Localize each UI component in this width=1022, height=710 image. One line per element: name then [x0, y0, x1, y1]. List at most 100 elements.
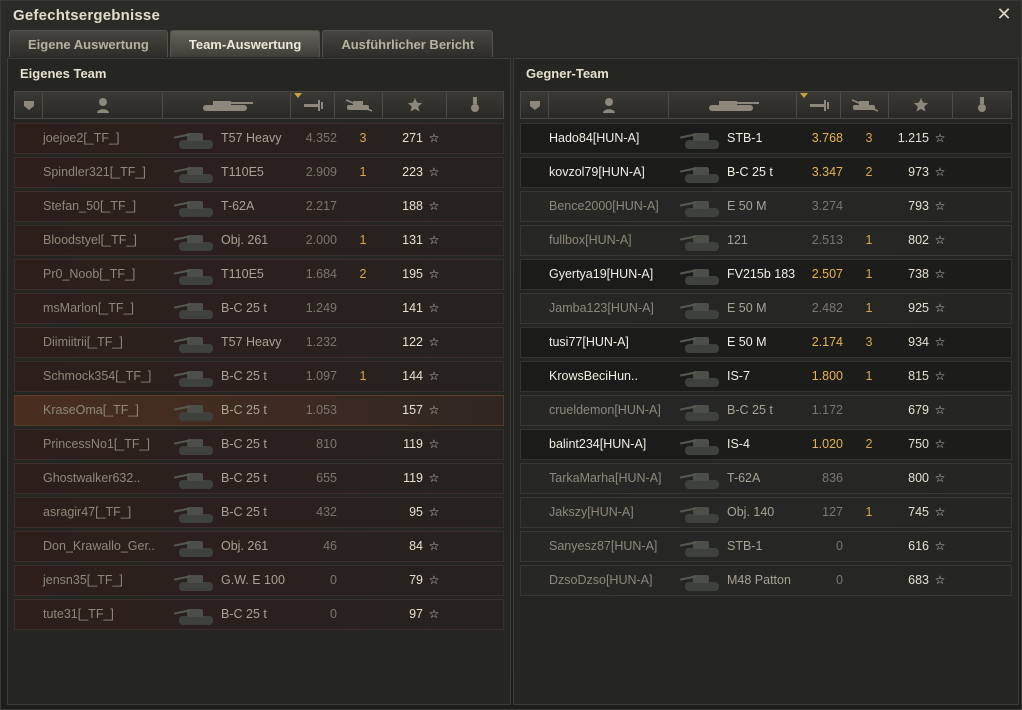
player-row[interactable]: KrowsBeciHun.. IS-7 1.800 1 815 ☆: [520, 361, 1012, 392]
star-icon: ☆: [428, 199, 440, 213]
player-row[interactable]: fullbox[HUN-A] 121 2.513 1 802 ☆: [520, 225, 1012, 256]
player-row[interactable]: PrincessNo1[_TF_] B-C 25 t 810 119 ☆: [14, 429, 504, 460]
player-row[interactable]: Sanyesz87[HUN-A] STB-1 0 616 ☆: [520, 531, 1012, 562]
player-row[interactable]: Stefan_50[_TF_] T-62A 2.217 188 ☆: [14, 191, 504, 222]
star-icon: ☆: [428, 437, 440, 451]
damage-value: 1.249: [305, 301, 337, 315]
kills-value: 2: [359, 267, 367, 281]
damage-value: 4.352: [305, 131, 337, 145]
player-row[interactable]: Diimiitrii[_TF_] T57 Heavy 1.232 122 ☆: [14, 327, 504, 358]
medal-column-header[interactable]: [447, 92, 503, 118]
player-icon: [96, 98, 109, 113]
star-icon: ☆: [428, 233, 440, 247]
player-row[interactable]: tusi77[HUN-A] E 50 M 2.174 3 934 ☆: [520, 327, 1012, 358]
xp-column-header[interactable]: [383, 92, 447, 118]
player-row[interactable]: Pr0_Noob[_TF_] T110E5 1.684 2 195 ☆: [14, 259, 504, 290]
xp-value: 97: [409, 607, 423, 621]
player-row[interactable]: Jamba123[HUN-A] E 50 M 2.482 1 925 ☆: [520, 293, 1012, 324]
xp-value: 745: [908, 505, 929, 519]
player-name: Bence2000[HUN-A]: [549, 199, 659, 213]
player-row[interactable]: Jakszy[HUN-A] Obj. 140 127 1 745 ☆: [520, 497, 1012, 528]
player-row[interactable]: Spindler321[_TF_] T110E5 2.909 1 223 ☆: [14, 157, 504, 188]
player-row[interactable]: msMarlon[_TF_] B-C 25 t 1.249 141 ☆: [14, 293, 504, 324]
kills-value: 1: [359, 369, 367, 383]
window-title: Gefechtsergebnisse: [13, 7, 160, 24]
player-row[interactable]: kovzol79[HUN-A] B-C 25 t 3.347 2 973 ☆: [520, 157, 1012, 188]
xp-column-header[interactable]: [889, 92, 953, 118]
tank-icon: [173, 226, 221, 255]
squad-column-header[interactable]: [521, 92, 549, 118]
player-row[interactable]: DzsoDzso[HUN-A] M48 Patton 0 683 ☆: [520, 565, 1012, 596]
damage-column-header[interactable]: [797, 92, 841, 118]
player-row[interactable]: asragir47[_TF_] B-C 25 t 432 95 ☆: [14, 497, 504, 528]
kills-value: [353, 498, 373, 527]
player-row[interactable]: Hado84[HUN-A] STB-1 3.768 3 1.215 ☆: [520, 123, 1012, 154]
tank-icon: [679, 124, 727, 153]
xp-value: 683: [908, 573, 929, 587]
damage-column-header[interactable]: [291, 92, 335, 118]
kills-value: [859, 464, 879, 493]
tab-ausfuehrlicher-bericht[interactable]: Ausführlicher Bericht: [322, 30, 494, 57]
kills-icon: [851, 99, 878, 112]
tab-team-auswertung[interactable]: Team-Auswertung: [169, 30, 321, 57]
close-icon[interactable]: ✕: [995, 5, 1013, 23]
xp-value: 119: [403, 471, 423, 485]
player-name: KrowsBeciHun..: [549, 369, 638, 383]
kills-column-header[interactable]: [841, 92, 889, 118]
tab-eigene-auswertung[interactable]: Eigene Auswertung: [9, 30, 168, 57]
player-row[interactable]: Bloodstyel[_TF_] Obj. 261 2.000 1 131 ☆: [14, 225, 504, 256]
player-row[interactable]: TarkaMarha[HUN-A] T-62A 836 800 ☆: [520, 463, 1012, 494]
player-name: DzsoDzso[HUN-A]: [549, 573, 653, 587]
tank-icon: [202, 101, 253, 111]
player-row[interactable]: Ghostwalker632.. B-C 25 t 655 119 ☆: [14, 463, 504, 494]
tank-icon: [679, 464, 727, 493]
tank-column-header[interactable]: [163, 92, 291, 118]
star-icon: ☆: [934, 233, 946, 247]
player-row[interactable]: Gyertya19[HUN-A] FV215b 183 2.507 1 738 ☆: [520, 259, 1012, 290]
medal-icon: [471, 97, 479, 112]
tank-icon: [173, 328, 221, 357]
star-icon: ☆: [934, 369, 946, 383]
kills-column-header[interactable]: [335, 92, 383, 118]
star-icon: ☆: [934, 165, 946, 179]
player-row[interactable]: Bence2000[HUN-A] E 50 M 3.274 793 ☆: [520, 191, 1012, 222]
squad-column-header[interactable]: [15, 92, 43, 118]
player-column-header[interactable]: [549, 92, 669, 118]
tank-column-header[interactable]: [669, 92, 797, 118]
damage-value: 46: [323, 539, 337, 553]
tank-icon: [679, 294, 727, 323]
xp-value: 95: [409, 505, 423, 519]
damage-value: 1.232: [305, 335, 337, 349]
damage-value: 3.274: [811, 199, 843, 213]
damage-value: 1.020: [811, 437, 843, 451]
star-icon: ☆: [428, 505, 440, 519]
player-name: Spindler321[_TF_]: [43, 165, 146, 179]
enemy-team-list: Hado84[HUN-A] STB-1 3.768 3 1.215 ☆ kovzol79[H…: [520, 123, 1012, 599]
player-row[interactable]: joejoe2[_TF_] T57 Heavy 4.352 3 271 ☆: [14, 123, 504, 154]
player-row[interactable]: balint234[HUN-A] IS-4 1.020 2 750 ☆: [520, 429, 1012, 460]
xp-value: 79: [409, 573, 423, 587]
tank-icon: [679, 226, 727, 255]
player-row[interactable]: tute31[_TF_] B-C 25 t 0 97 ☆: [14, 599, 504, 630]
player-column-header[interactable]: [43, 92, 163, 118]
player-row[interactable]: crueldemon[HUN-A] B-C 25 t 1.172 679 ☆: [520, 395, 1012, 426]
player-row[interactable]: Schmock354[_TF_] B-C 25 t 1.097 1 144 ☆: [14, 361, 504, 392]
kills-value: 1: [865, 267, 873, 281]
damage-value: 655: [316, 471, 337, 485]
player-row[interactable]: Don_Krawallo_Ger.. Obj. 261 46 84 ☆: [14, 531, 504, 562]
damage-value: 127: [822, 505, 843, 519]
star-icon: ☆: [934, 199, 946, 213]
star-icon: ☆: [934, 437, 946, 451]
tank-icon: [173, 294, 221, 323]
player-row[interactable]: jensn35[_TF_] G.W. E 100 0 79 ☆: [14, 565, 504, 596]
enemy-team-title: Gegner-Team: [526, 66, 609, 81]
player-row[interactable]: KraseOma[_TF_] B-C 25 t 1.053 157 ☆: [14, 395, 504, 426]
damage-value: 836: [822, 471, 843, 485]
sort-arrow-icon: [800, 93, 808, 98]
star-icon: ☆: [428, 165, 440, 179]
xp-value: 925: [908, 301, 929, 315]
player-name: tusi77[HUN-A]: [549, 335, 629, 349]
tank-icon: [679, 192, 727, 221]
damage-value: 0: [330, 573, 337, 587]
medal-column-header[interactable]: [953, 92, 1011, 118]
